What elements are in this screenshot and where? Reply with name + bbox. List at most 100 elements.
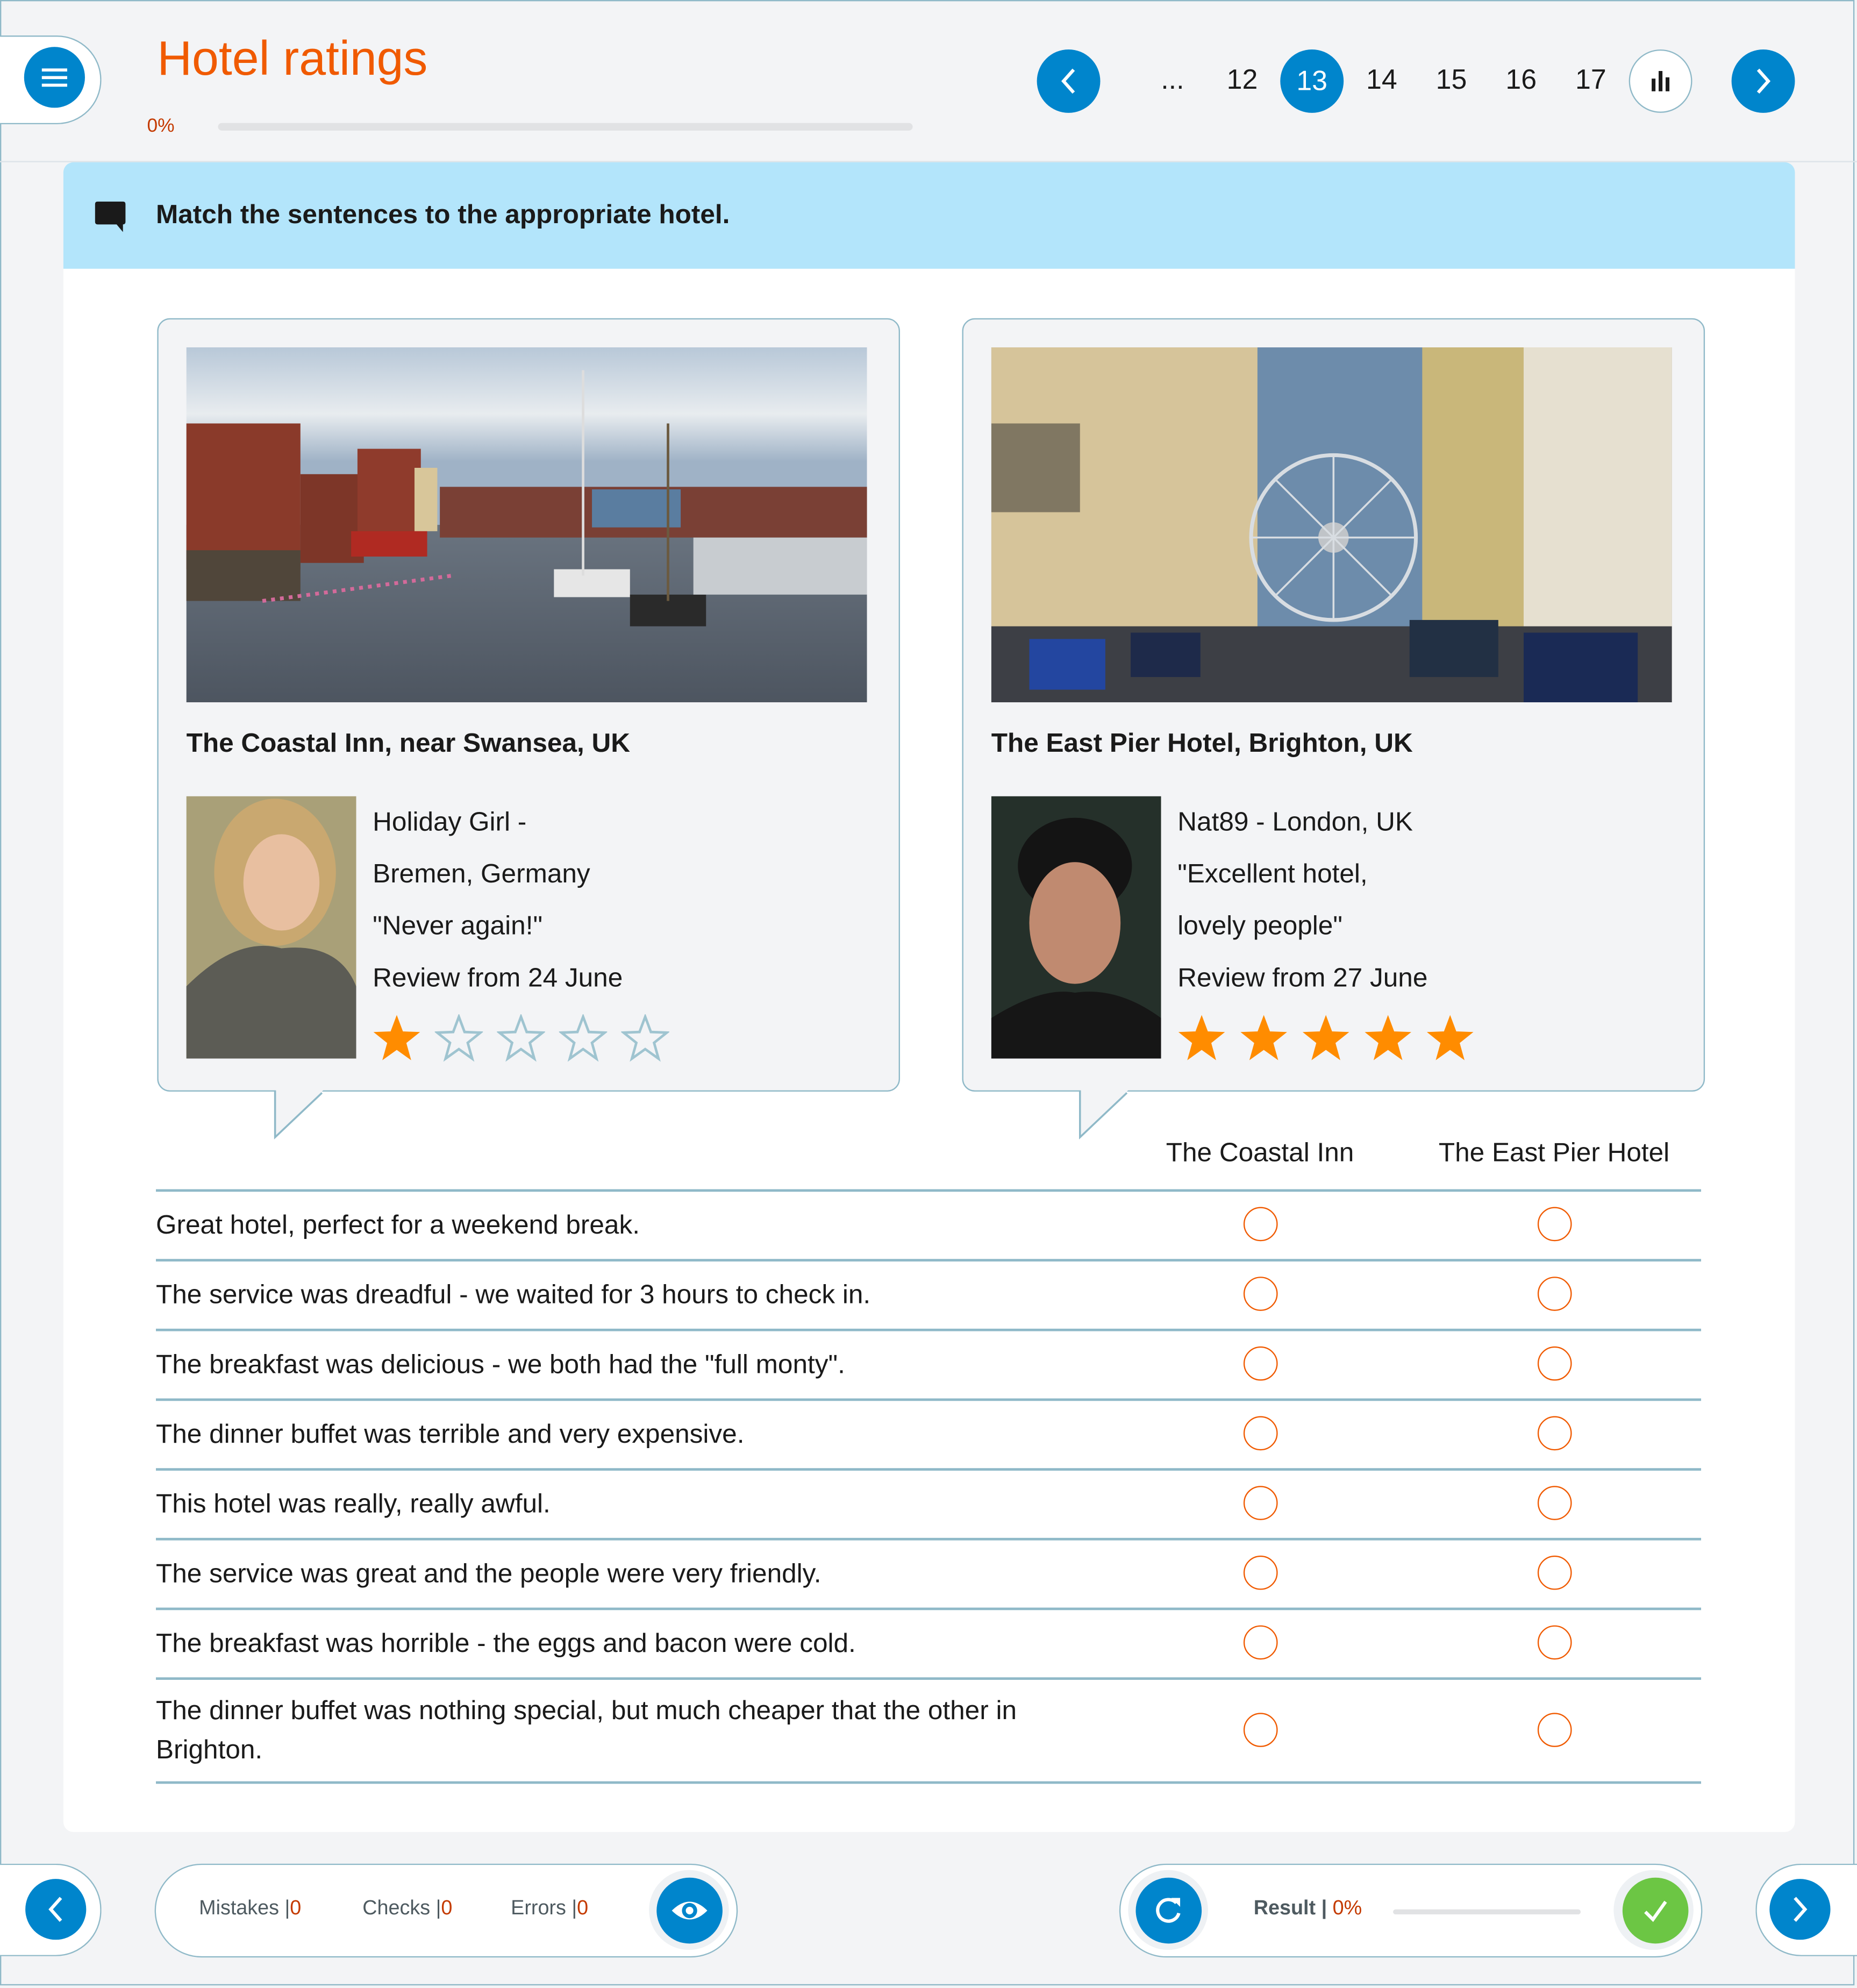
prev-page-button[interactable] [1037,49,1101,113]
radio-coastal-inn[interactable] [1242,1346,1277,1381]
radio-coastal-inn[interactable] [1242,1555,1277,1590]
reviewer-name: Holiday Girl - [373,807,527,837]
page-17[interactable]: 17 [1566,63,1616,96]
page-14[interactable]: 14 [1356,63,1407,96]
page-15[interactable]: 15 [1426,63,1476,96]
review-quote: "Excellent hotel, [1177,859,1368,889]
reviewer-avatar [186,796,356,1059]
star-filled-icon [1302,1015,1349,1060]
star-filled-icon [1178,1015,1225,1060]
review-date: Review from 27 June [1177,963,1428,993]
radio-coastal-inn[interactable] [1242,1277,1277,1311]
page-title: Hotel ratings [157,33,428,87]
instruction-bar: Match the sentences to the appropriate h… [63,162,1795,269]
next-page-button[interactable] [1731,49,1795,113]
radio-east-pier-hotel[interactable] [1537,1207,1572,1242]
sentence-text: The service was dreadful - we waited for… [155,1280,871,1310]
footer-prev-button[interactable] [25,1879,87,1940]
errors-stat: Errors |0 [511,1898,588,1920]
column-header-east-pier: The East Pier Hotel [1438,1138,1670,1168]
reset-button[interactable] [1135,1877,1202,1944]
hotel-card-coastal-inn: The Coastal Inn, near Swansea, UK Holida… [157,318,900,1092]
star-rating [1177,1014,1474,1063]
show-answers-button[interactable] [656,1877,723,1944]
separator: | [572,1898,577,1920]
result-label: Result [1253,1898,1316,1920]
instruction-text: Match the sentences to the appropriate h… [155,200,730,230]
sentence-text: The dinner buffet was terrible and very … [155,1420,745,1449]
chevron-right-icon [1756,68,1771,94]
review-quote-cont: lovely people" [1177,911,1342,941]
star-empty-icon [559,1014,608,1062]
mistakes-label: Mistakes [199,1898,279,1920]
chevron-left-icon [48,1897,62,1922]
result-pill: Result | 0% [1119,1863,1703,1958]
pager-ellipsis[interactable]: ... [1147,63,1198,96]
page-13-current[interactable]: 13 [1280,49,1344,113]
footer-next-button[interactable] [1769,1879,1831,1940]
stats-pill: Mistakes |0 Checks |0 Errors |0 [154,1863,738,1958]
star-empty-icon [621,1014,669,1062]
hotel-name: The Coastal Inn, near Swansea, UK [186,729,631,758]
result-value: 0% [1332,1898,1362,1920]
radio-east-pier-hotel[interactable] [1537,1346,1572,1381]
page-12[interactable]: 12 [1217,63,1267,96]
radio-east-pier-hotel[interactable] [1537,1277,1572,1311]
hotel-photo-marina [186,347,867,703]
errors-label: Errors [511,1898,566,1920]
radio-east-pier-hotel[interactable] [1537,1712,1572,1747]
card-tail [274,1089,325,1139]
stats-button[interactable] [1629,49,1692,113]
radio-east-pier-hotel[interactable] [1537,1625,1572,1660]
row-divider [155,1259,1702,1262]
errors-value: 0 [577,1898,589,1920]
sentence-text: The service was great and the people wer… [155,1559,822,1589]
bar-chart-icon [1652,71,1670,91]
separator: | [284,1898,290,1920]
reviewer-location: Bremen, Germany [373,859,590,889]
column-header-coastal-inn: The Coastal Inn [1166,1138,1354,1168]
row-divider [155,1537,1702,1541]
sentence-text: The breakfast was delicious - we both ha… [155,1350,845,1380]
radio-coastal-inn[interactable] [1242,1712,1277,1747]
star-filled-icon [1426,1015,1474,1060]
refresh-icon [1156,1898,1181,1923]
star-rating [373,1014,669,1063]
chevron-left-icon [1061,68,1075,94]
chevron-right-icon [1794,1897,1808,1922]
hotel-name: The East Pier Hotel, Brighton, UK [991,729,1413,758]
row-divider [155,1607,1702,1611]
page-16[interactable]: 16 [1496,63,1546,96]
radio-coastal-inn[interactable] [1242,1207,1277,1242]
mistakes-value: 0 [290,1898,302,1920]
radio-coastal-inn[interactable] [1242,1625,1277,1660]
card-tail [1079,1089,1130,1139]
row-divider [155,1398,1702,1401]
separator: | [1321,1898,1327,1920]
separator: | [435,1898,441,1920]
result-stat: Result | 0% [1254,1898,1362,1920]
row-divider [155,1328,1702,1331]
star-empty-icon [434,1014,483,1062]
radio-coastal-inn[interactable] [1242,1486,1277,1520]
star-filled-icon [1365,1015,1411,1060]
review-quote: "Never again!" [373,911,543,941]
row-divider [155,1468,1702,1471]
check-answers-button[interactable] [1622,1877,1689,1944]
star-filled-icon [373,1015,420,1060]
star-filled-icon [1240,1015,1287,1060]
radio-east-pier-hotel[interactable] [1537,1555,1572,1590]
exercise-page: Hotel ratings 0% ... 12 13 14 15 16 17 M… [0,0,1857,1988]
menu-button[interactable] [24,47,85,108]
progress-bar [218,123,913,131]
radio-coastal-inn[interactable] [1242,1416,1277,1451]
sentence-text: The breakfast was horrible - the eggs an… [155,1629,856,1658]
sentence-text: Great hotel, perfect for a weekend break… [155,1210,640,1240]
radio-east-pier-hotel[interactable] [1537,1486,1572,1520]
speech-bubble-icon [95,201,126,232]
hotel-photo-brighton [991,347,1672,703]
radio-east-pier-hotel[interactable] [1537,1416,1572,1451]
sentence-text: This hotel was really, really awful. [155,1490,551,1519]
checks-stat: Checks |0 [362,1898,452,1920]
reviewer-name: Nat89 - London, UK [1177,807,1413,837]
